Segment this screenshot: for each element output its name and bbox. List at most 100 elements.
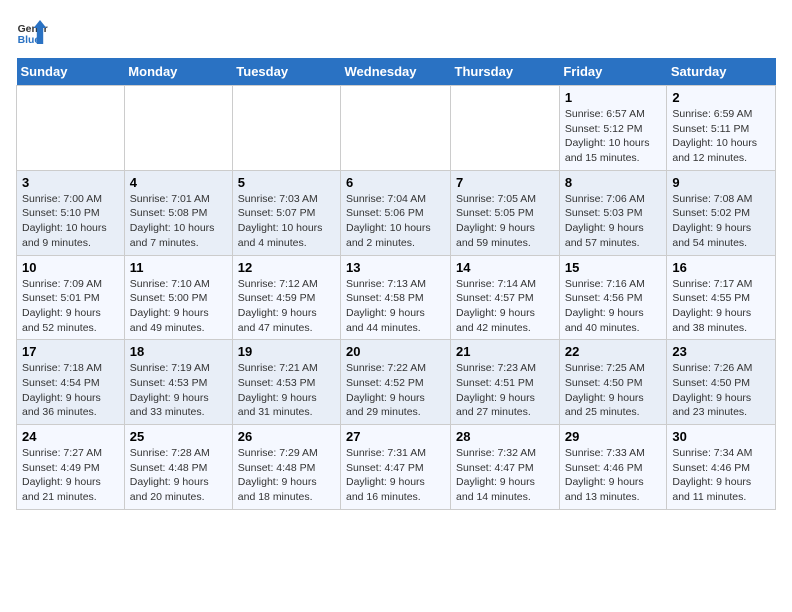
day-detail: Sunrise: 6:57 AM Sunset: 5:12 PM Dayligh… — [565, 107, 662, 166]
day-detail: Sunrise: 7:21 AM Sunset: 4:53 PM Dayligh… — [238, 361, 335, 420]
day-detail: Sunrise: 7:29 AM Sunset: 4:48 PM Dayligh… — [238, 446, 335, 505]
day-detail: Sunrise: 7:23 AM Sunset: 4:51 PM Dayligh… — [456, 361, 554, 420]
calendar-cell: 8Sunrise: 7:06 AM Sunset: 5:03 PM Daylig… — [559, 170, 667, 255]
day-number: 7 — [456, 175, 554, 190]
day-detail: Sunrise: 7:10 AM Sunset: 5:00 PM Dayligh… — [130, 277, 227, 336]
weekday-header-cell: Friday — [559, 58, 667, 86]
day-number: 10 — [22, 260, 119, 275]
day-detail: Sunrise: 7:13 AM Sunset: 4:58 PM Dayligh… — [346, 277, 445, 336]
calendar-body: 1 Sunrise: 6:57 AM Sunset: 5:12 PM Daylig… — [17, 86, 776, 510]
calendar-cell: 18 Sunrise: 7:19 AM Sunset: 4:53 PM Dayli… — [124, 340, 232, 425]
day-number: 9 — [672, 175, 770, 190]
calendar-cell: 23 Sunrise: 7:26 AM Sunset: 4:50 PM Dayli… — [667, 340, 776, 425]
calendar-cell — [17, 86, 125, 171]
day-number: 13 — [346, 260, 445, 275]
calendar-cell: 9 Sunrise: 7:08 AM Sunset: 5:02 PM Daylig… — [667, 170, 776, 255]
logo-icon: General Blue — [16, 16, 48, 48]
calendar-cell: 24 Sunrise: 7:27 AM Sunset: 4:49 PM Dayli… — [17, 425, 125, 510]
day-detail: Sunrise: 6:59 AM Sunset: 5:11 PM Dayligh… — [672, 107, 770, 166]
day-number: 24 — [22, 429, 119, 444]
calendar-week-row: 24 Sunrise: 7:27 AM Sunset: 4:49 PM Dayli… — [17, 425, 776, 510]
day-detail: Sunrise: 7:26 AM Sunset: 4:50 PM Dayligh… — [672, 361, 770, 420]
day-detail: Sunrise: 7:17 AM Sunset: 4:55 PM Dayligh… — [672, 277, 770, 336]
calendar-week-row: 1 Sunrise: 6:57 AM Sunset: 5:12 PM Daylig… — [17, 86, 776, 171]
day-number: 1 — [565, 90, 662, 105]
weekday-header-cell: Thursday — [451, 58, 560, 86]
day-number: 25 — [130, 429, 227, 444]
calendar-week-row: 17 Sunrise: 7:18 AM Sunset: 4:54 PM Dayli… — [17, 340, 776, 425]
calendar-cell: 27 Sunrise: 7:31 AM Sunset: 4:47 PM Dayli… — [341, 425, 451, 510]
calendar-week-row: 3 Sunrise: 7:00 AM Sunset: 5:10 PM Daylig… — [17, 170, 776, 255]
day-detail: Sunrise: 7:28 AM Sunset: 4:48 PM Dayligh… — [130, 446, 227, 505]
day-number: 3 — [22, 175, 119, 190]
day-number: 22 — [565, 344, 662, 359]
day-number: 17 — [22, 344, 119, 359]
calendar-cell: 20 Sunrise: 7:22 AM Sunset: 4:52 PM Dayli… — [341, 340, 451, 425]
calendar-cell: 14 Sunrise: 7:14 AM Sunset: 4:57 PM Dayli… — [451, 255, 560, 340]
day-number: 19 — [238, 344, 335, 359]
calendar-cell: 15 Sunrise: 7:16 AM Sunset: 4:56 PM Dayli… — [559, 255, 667, 340]
weekday-header-cell: Tuesday — [232, 58, 340, 86]
calendar-cell: 28 Sunrise: 7:32 AM Sunset: 4:47 PM Dayli… — [451, 425, 560, 510]
day-detail: Sunrise: 7:09 AM Sunset: 5:01 PM Dayligh… — [22, 277, 119, 336]
day-detail: Sunrise: 7:05 AM Sunset: 5:05 PM Dayligh… — [456, 192, 554, 251]
day-detail: Sunrise: 7:14 AM Sunset: 4:57 PM Dayligh… — [456, 277, 554, 336]
weekday-header-cell: Saturday — [667, 58, 776, 86]
day-number: 2 — [672, 90, 770, 105]
day-number: 5 — [238, 175, 335, 190]
day-detail: Sunrise: 7:25 AM Sunset: 4:50 PM Dayligh… — [565, 361, 662, 420]
day-number: 20 — [346, 344, 445, 359]
calendar-cell: 3 Sunrise: 7:00 AM Sunset: 5:10 PM Daylig… — [17, 170, 125, 255]
calendar-cell: 16 Sunrise: 7:17 AM Sunset: 4:55 PM Dayli… — [667, 255, 776, 340]
calendar-cell — [232, 86, 340, 171]
calendar-cell: 25 Sunrise: 7:28 AM Sunset: 4:48 PM Dayli… — [124, 425, 232, 510]
calendar-cell: 11Sunrise: 7:10 AM Sunset: 5:00 PM Dayli… — [124, 255, 232, 340]
day-detail: Sunrise: 7:22 AM Sunset: 4:52 PM Dayligh… — [346, 361, 445, 420]
day-number: 30 — [672, 429, 770, 444]
calendar-cell: 26 Sunrise: 7:29 AM Sunset: 4:48 PM Dayli… — [232, 425, 340, 510]
day-detail: Sunrise: 7:16 AM Sunset: 4:56 PM Dayligh… — [565, 277, 662, 336]
day-number: 6 — [346, 175, 445, 190]
day-detail: Sunrise: 7:00 AM Sunset: 5:10 PM Dayligh… — [22, 192, 119, 251]
calendar-cell: 7 Sunrise: 7:05 AM Sunset: 5:05 PM Daylig… — [451, 170, 560, 255]
day-detail: Sunrise: 7:33 AM Sunset: 4:46 PM Dayligh… — [565, 446, 662, 505]
day-detail: Sunrise: 7:27 AM Sunset: 4:49 PM Dayligh… — [22, 446, 119, 505]
weekday-header-cell: Sunday — [17, 58, 125, 86]
weekday-header-cell: Monday — [124, 58, 232, 86]
calendar-cell: 10 Sunrise: 7:09 AM Sunset: 5:01 PM Dayli… — [17, 255, 125, 340]
day-number: 28 — [456, 429, 554, 444]
calendar-cell — [451, 86, 560, 171]
calendar-cell: 22 Sunrise: 7:25 AM Sunset: 4:50 PM Dayli… — [559, 340, 667, 425]
day-detail: Sunrise: 7:04 AM Sunset: 5:06 PM Dayligh… — [346, 192, 445, 251]
day-detail: Sunrise: 7:01 AM Sunset: 5:08 PM Dayligh… — [130, 192, 227, 251]
day-number: 23 — [672, 344, 770, 359]
calendar-cell: 13 Sunrise: 7:13 AM Sunset: 4:58 PM Dayli… — [341, 255, 451, 340]
calendar-cell — [341, 86, 451, 171]
day-number: 18 — [130, 344, 227, 359]
calendar-cell: 1 Sunrise: 6:57 AM Sunset: 5:12 PM Daylig… — [559, 86, 667, 171]
day-detail: Sunrise: 7:12 AM Sunset: 4:59 PM Dayligh… — [238, 277, 335, 336]
calendar-week-row: 10 Sunrise: 7:09 AM Sunset: 5:01 PM Dayli… — [17, 255, 776, 340]
day-detail: Sunrise: 7:32 AM Sunset: 4:47 PM Dayligh… — [456, 446, 554, 505]
day-number: 21 — [456, 344, 554, 359]
day-detail: Sunrise: 7:19 AM Sunset: 4:53 PM Dayligh… — [130, 361, 227, 420]
day-number: 14 — [456, 260, 554, 275]
day-number: 16 — [672, 260, 770, 275]
page-header: General Blue — [16, 16, 776, 48]
day-detail: Sunrise: 7:31 AM Sunset: 4:47 PM Dayligh… — [346, 446, 445, 505]
calendar-table: SundayMondayTuesdayWednesdayThursdayFrid… — [16, 58, 776, 510]
day-detail: Sunrise: 7:18 AM Sunset: 4:54 PM Dayligh… — [22, 361, 119, 420]
calendar-cell: 12 Sunrise: 7:12 AM Sunset: 4:59 PM Dayli… — [232, 255, 340, 340]
day-number: 15 — [565, 260, 662, 275]
calendar-cell: 29Sunrise: 7:33 AM Sunset: 4:46 PM Dayli… — [559, 425, 667, 510]
calendar-cell: 2 Sunrise: 6:59 AM Sunset: 5:11 PM Daylig… — [667, 86, 776, 171]
calendar-cell: 4Sunrise: 7:01 AM Sunset: 5:08 PM Daylig… — [124, 170, 232, 255]
calendar-cell — [124, 86, 232, 171]
day-detail: Sunrise: 7:34 AM Sunset: 4:46 PM Dayligh… — [672, 446, 770, 505]
day-number: 12 — [238, 260, 335, 275]
day-detail: Sunrise: 7:08 AM Sunset: 5:02 PM Dayligh… — [672, 192, 770, 251]
day-number: 26 — [238, 429, 335, 444]
calendar-cell: 6 Sunrise: 7:04 AM Sunset: 5:06 PM Daylig… — [341, 170, 451, 255]
day-number: 27 — [346, 429, 445, 444]
day-detail: Sunrise: 7:03 AM Sunset: 5:07 PM Dayligh… — [238, 192, 335, 251]
